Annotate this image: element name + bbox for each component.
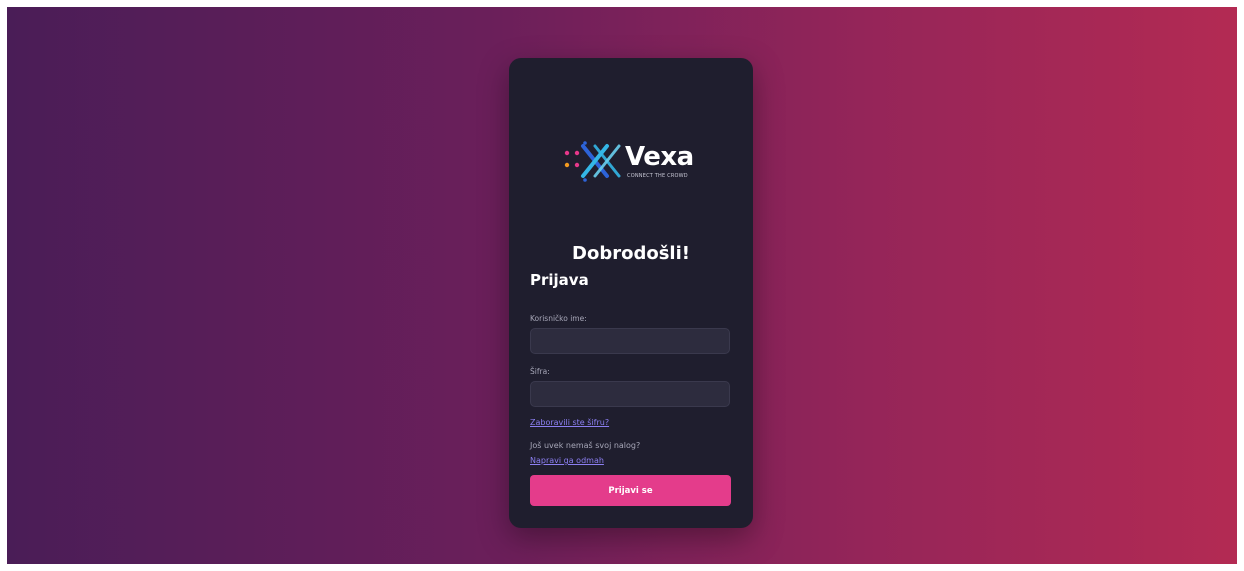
password-input[interactable] bbox=[530, 381, 730, 407]
brand-name: Vexa bbox=[625, 142, 694, 172]
username-input[interactable] bbox=[530, 328, 730, 354]
username-label: Korisničko ime: bbox=[530, 314, 587, 323]
no-account-text: Još uvek nemaš svoj nalog? bbox=[530, 441, 641, 450]
login-card: Vexa CONNECT THE CROWD Dobrodošli! Prija… bbox=[509, 58, 753, 528]
create-account-link[interactable]: Napravi ga odmah bbox=[530, 456, 604, 465]
welcome-heading: Dobrodošli! bbox=[572, 243, 690, 264]
password-label: Šifra: bbox=[530, 367, 550, 376]
vexa-logo-mark-icon bbox=[564, 141, 621, 182]
page-background: Vexa CONNECT THE CROWD Dobrodošli! Prija… bbox=[7, 7, 1237, 564]
forgot-password-link[interactable]: Zaboravili ste šifru? bbox=[530, 418, 609, 427]
login-button[interactable]: Prijavi se bbox=[530, 475, 731, 506]
brand-logo: Vexa CONNECT THE CROWD bbox=[561, 132, 701, 192]
login-title: Prijava bbox=[530, 271, 589, 289]
brand-tagline: CONNECT THE CROWD bbox=[627, 173, 688, 179]
